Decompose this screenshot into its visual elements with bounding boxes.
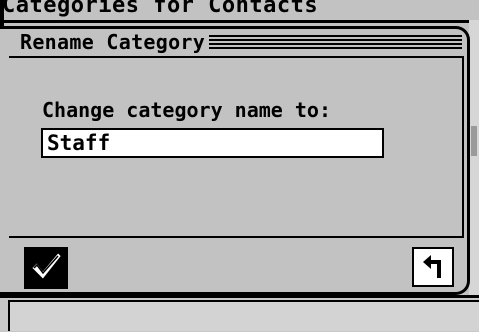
return-arrow-icon xyxy=(420,252,446,283)
back-button[interactable] xyxy=(412,247,454,287)
background-window-title: Categories for Contacts xyxy=(2,0,472,23)
background-scroll-area xyxy=(469,20,479,295)
background-scroll-thumb xyxy=(471,126,477,156)
change-name-label: Change category name to: xyxy=(42,98,331,122)
dialog-title: Rename Category xyxy=(4,30,210,54)
dialog-title-bar[interactable]: Rename Category xyxy=(4,30,466,54)
title-bar-stripes xyxy=(209,35,462,49)
background-status-field xyxy=(8,300,479,331)
category-name-input[interactable] xyxy=(41,128,384,158)
checkmark-icon xyxy=(28,250,64,287)
dialog-footer xyxy=(4,240,466,292)
ok-button[interactable] xyxy=(24,247,68,289)
